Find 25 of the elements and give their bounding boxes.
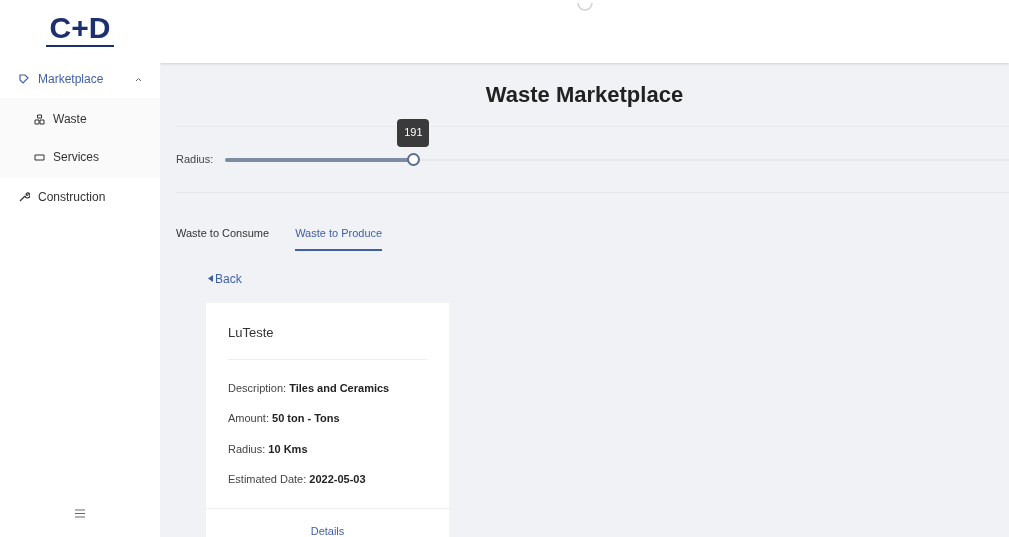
submenu-item[interactable]: Services: [0, 138, 160, 176]
card-detail-text: Radius: 10 Kms: [228, 441, 309, 457]
back-link[interactable]: Back: [208, 269, 242, 288]
menu-icon[interactable]: [75, 509, 85, 518]
wrench-icon: [18, 191, 30, 203]
slider-handle[interactable]: [407, 153, 421, 166]
loading-spinner-icon: [575, 0, 594, 12]
boxes-icon: [34, 113, 45, 125]
menu-item[interactable]: Construction: [0, 178, 160, 216]
page-title: Waste Marketplace: [485, 81, 684, 109]
chevron-up-icon[interactable]: [135, 76, 142, 82]
details-link[interactable]: Details: [310, 523, 345, 537]
value-tooltip: 191: [397, 118, 430, 147]
tag-icon: [18, 73, 30, 85]
card-detail-text: Description: Tiles and Ceramics: [228, 380, 391, 396]
tab[interactable]: Waste to Consume: [176, 217, 270, 251]
logo: C+D: [45, 13, 115, 47]
radius-label: Radius:: [176, 152, 214, 168]
card-detail-text: Amount: 50 ton - Tons: [228, 411, 341, 426]
card-detail-text: Estimated Date: 2022-05-03: [228, 472, 367, 487]
caret-left-icon: [208, 275, 213, 282]
submenu-item[interactable]: Waste: [0, 100, 160, 138]
menu-item[interactable]: Marketplace: [0, 60, 160, 98]
card-title: LuTeste: [228, 323, 427, 360]
tab[interactable]: Waste to Produce: [295, 217, 383, 251]
